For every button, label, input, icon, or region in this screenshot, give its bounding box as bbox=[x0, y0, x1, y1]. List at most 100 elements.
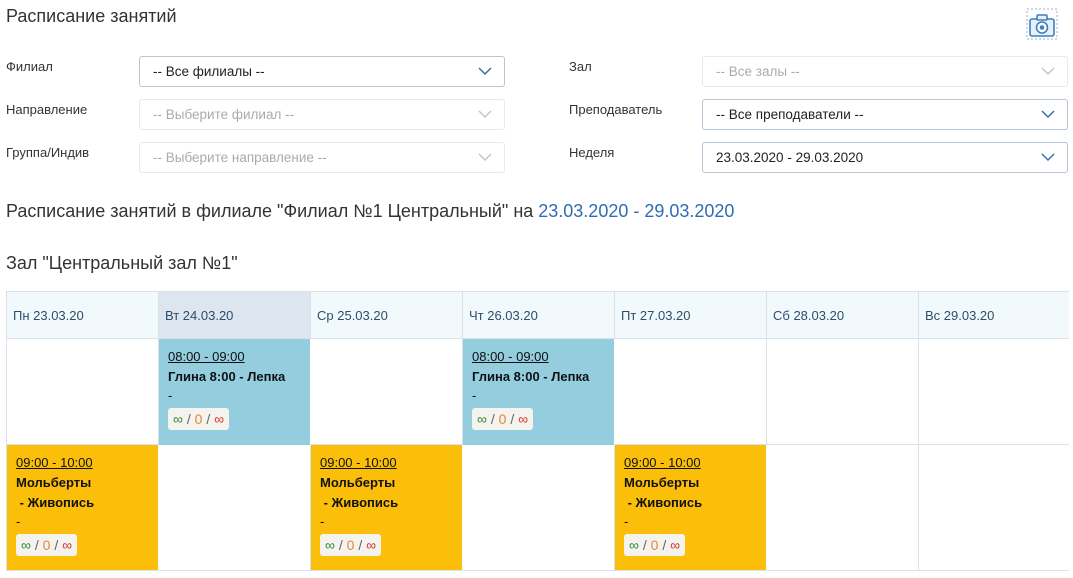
schedule-heading-dates: 23.03.2020 - 29.03.2020 bbox=[538, 201, 735, 221]
count-separator: / bbox=[54, 537, 59, 553]
camera-icon bbox=[1026, 8, 1058, 40]
lesson-name-line1: Мольберты bbox=[624, 475, 700, 490]
count-separator: / bbox=[642, 537, 647, 553]
lesson-card[interactable]: 08:00 - 09:00 Глина 8:00 - Лепка - ∞ / 0… bbox=[159, 339, 310, 445]
lesson-name-line2: - Живопись bbox=[624, 495, 703, 510]
lesson-note: - bbox=[320, 514, 325, 529]
chevron-down-icon bbox=[478, 110, 492, 119]
lesson-time-link[interactable]: 08:00 - 09:00 bbox=[472, 347, 614, 367]
free-count: ∞ bbox=[366, 537, 377, 553]
schedule-grid: Пн 23.03.20 Вт 24.03.20 Ср 25.03.20 Чт 2… bbox=[6, 291, 1069, 571]
hall-select-value: -- Все залы -- bbox=[716, 64, 800, 79]
lesson-note: - bbox=[16, 514, 21, 529]
lesson-card[interactable]: 08:00 - 09:00 Глина 8:00 - Лепка - ∞ / 0… bbox=[463, 339, 614, 445]
enrolled-count: 0 bbox=[650, 537, 659, 553]
group-select-value: -- Выберите направление -- bbox=[153, 150, 327, 165]
chevron-down-icon bbox=[1041, 110, 1055, 119]
capacity-count: ∞ bbox=[477, 411, 487, 427]
hall-heading: Зал "Центральный зал №1" bbox=[6, 253, 238, 273]
capacity-count: ∞ bbox=[325, 537, 335, 553]
schedule-cell[interactable] bbox=[463, 445, 615, 570]
screenshot-button[interactable] bbox=[1026, 8, 1058, 40]
schedule-heading: Расписание занятий в филиале "Филиал №1 … bbox=[6, 201, 734, 222]
filter-panel: Филиал -- Все филиалы -- Направление -- … bbox=[0, 56, 1073, 174]
lesson-card[interactable]: 09:00 - 10:00 Мольберты - Живопись - ∞ /… bbox=[311, 445, 462, 570]
schedule-cell[interactable] bbox=[7, 339, 159, 445]
count-separator: / bbox=[490, 411, 495, 427]
count-separator: / bbox=[338, 537, 343, 553]
lesson-time-link[interactable]: 09:00 - 10:00 bbox=[624, 453, 766, 473]
day-header-thu: Чт 26.03.20 bbox=[463, 292, 615, 339]
enrolled-count: 0 bbox=[346, 537, 355, 553]
lesson-name: Глина 8:00 - Лепка bbox=[472, 369, 590, 384]
hall-label: Зал bbox=[569, 59, 592, 74]
lesson-name-line1: Мольберты bbox=[16, 475, 92, 490]
capacity-count: ∞ bbox=[629, 537, 639, 553]
week-label: Неделя bbox=[569, 145, 615, 160]
teacher-select-value: -- Все преподаватели -- bbox=[716, 107, 864, 122]
schedule-cell[interactable] bbox=[919, 445, 1069, 570]
chevron-down-icon bbox=[1041, 153, 1055, 162]
day-header-fri: Пт 27.03.20 bbox=[615, 292, 767, 339]
schedule-cell[interactable] bbox=[767, 445, 919, 570]
count-separator: / bbox=[510, 411, 515, 427]
lesson-note: - bbox=[472, 388, 477, 403]
chevron-down-icon bbox=[478, 153, 492, 162]
lesson-time-link[interactable]: 09:00 - 10:00 bbox=[16, 453, 158, 473]
count-separator: / bbox=[34, 537, 39, 553]
lesson-name-line1: Мольберты bbox=[320, 475, 396, 490]
schedule-cell[interactable] bbox=[159, 445, 311, 570]
direction-label: Направление bbox=[6, 102, 88, 117]
schedule-heading-text: Расписание занятий в филиале "Филиал №1 … bbox=[6, 201, 539, 221]
branch-select[interactable]: -- Все филиалы -- bbox=[139, 56, 505, 87]
lesson-time-link[interactable]: 09:00 - 10:00 bbox=[320, 453, 462, 473]
teacher-label: Преподаватель bbox=[569, 102, 663, 117]
lesson-counts: ∞ / 0 / ∞ bbox=[624, 534, 686, 556]
free-count: ∞ bbox=[518, 411, 529, 427]
day-header-tue: Вт 24.03.20 bbox=[159, 292, 311, 339]
lesson-card[interactable]: 09:00 - 10:00 Мольберты - Живопись - ∞ /… bbox=[615, 445, 766, 570]
count-separator: / bbox=[186, 411, 191, 427]
week-select[interactable]: 23.03.2020 - 29.03.2020 bbox=[702, 142, 1068, 173]
day-header-sun: Вс 29.03.20 bbox=[919, 292, 1069, 339]
count-separator: / bbox=[358, 537, 363, 553]
teacher-select[interactable]: -- Все преподаватели -- bbox=[702, 99, 1068, 130]
chevron-down-icon bbox=[1041, 67, 1055, 76]
enrolled-count: 0 bbox=[194, 411, 203, 427]
capacity-count: ∞ bbox=[173, 411, 183, 427]
schedule-cell[interactable] bbox=[919, 339, 1069, 445]
page-title: Расписание занятий bbox=[6, 6, 177, 26]
day-header-wed: Ср 25.03.20 bbox=[311, 292, 463, 339]
lesson-note: - bbox=[168, 388, 173, 403]
branch-select-value: -- Все филиалы -- bbox=[153, 64, 265, 79]
enrolled-count: 0 bbox=[42, 537, 51, 553]
lesson-name: Глина 8:00 - Лепка bbox=[168, 369, 286, 384]
group-select[interactable]: -- Выберите направление -- bbox=[139, 142, 505, 173]
lesson-counts: ∞ / 0 / ∞ bbox=[472, 408, 534, 430]
lesson-counts: ∞ / 0 / ∞ bbox=[320, 534, 382, 556]
count-separator: / bbox=[206, 411, 211, 427]
day-header-mon: Пн 23.03.20 bbox=[7, 292, 159, 339]
schedule-cell[interactable] bbox=[311, 339, 463, 445]
schedule-cell[interactable] bbox=[615, 339, 767, 445]
count-separator: / bbox=[662, 537, 667, 553]
branch-label: Филиал bbox=[6, 59, 53, 74]
group-label: Группа/Индив bbox=[6, 145, 90, 160]
free-count: ∞ bbox=[214, 411, 225, 427]
lesson-name-line2: - Живопись bbox=[16, 495, 95, 510]
lesson-note: - bbox=[624, 514, 629, 529]
hall-select[interactable]: -- Все залы -- bbox=[702, 56, 1068, 87]
schedule-cell[interactable] bbox=[767, 339, 919, 445]
lesson-time-link[interactable]: 08:00 - 09:00 bbox=[168, 347, 310, 367]
day-header-sat: Сб 28.03.20 bbox=[767, 292, 919, 339]
direction-select-value: -- Выберите филиал -- bbox=[153, 107, 295, 122]
capacity-count: ∞ bbox=[21, 537, 31, 553]
free-count: ∞ bbox=[62, 537, 73, 553]
free-count: ∞ bbox=[670, 537, 681, 553]
lesson-card[interactable]: 09:00 - 10:00 Мольберты - Живопись - ∞ /… bbox=[7, 445, 158, 570]
lesson-counts: ∞ / 0 / ∞ bbox=[168, 408, 230, 430]
direction-select[interactable]: -- Выберите филиал -- bbox=[139, 99, 505, 130]
lesson-counts: ∞ / 0 / ∞ bbox=[16, 534, 78, 556]
enrolled-count: 0 bbox=[498, 411, 507, 427]
week-select-value: 23.03.2020 - 29.03.2020 bbox=[716, 150, 864, 165]
